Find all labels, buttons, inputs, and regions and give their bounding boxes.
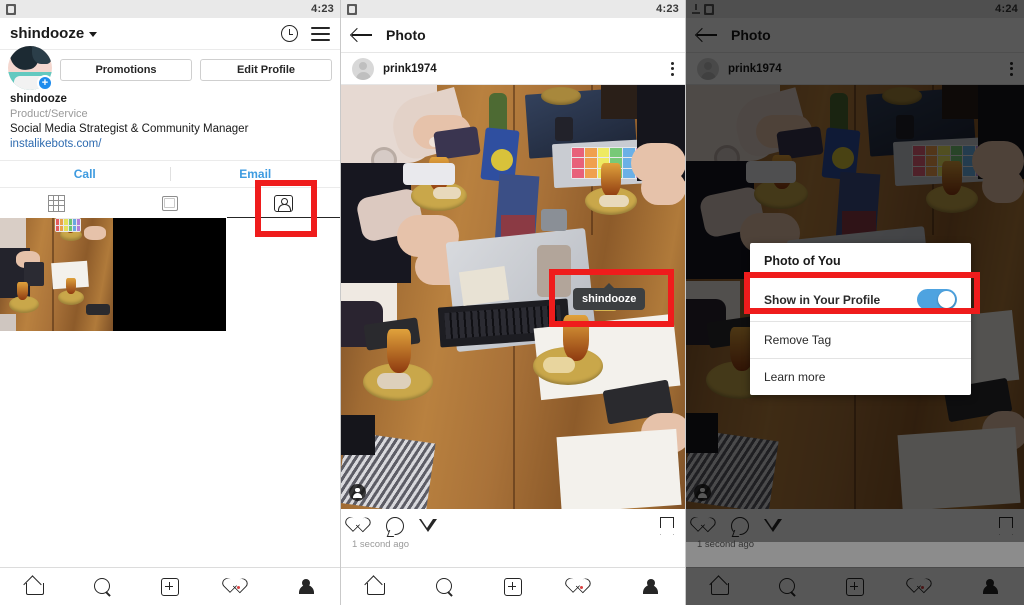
activity-badge-dot — [236, 586, 240, 589]
nav-home[interactable] — [341, 578, 410, 595]
bottom-nav-bar — [341, 567, 685, 605]
add-story-plus-icon[interactable]: + — [37, 75, 53, 91]
app-icon — [347, 3, 357, 15]
heart-icon[interactable] — [352, 517, 371, 534]
nav-add[interactable] — [136, 577, 204, 596]
edit-profile-button[interactable]: Edit Profile — [200, 59, 332, 81]
remove-tag-row[interactable]: Remove Tag — [750, 322, 971, 359]
send-icon[interactable] — [419, 517, 437, 535]
status-bar-icons — [6, 3, 16, 15]
nav-profile[interactable] — [272, 578, 340, 595]
tagged-photo-grid — [0, 218, 340, 331]
kebab-menu-icon[interactable] — [670, 61, 674, 76]
profile-username-label: shindooze — [10, 25, 85, 42]
nav-activity[interactable] — [547, 578, 616, 595]
search-icon — [93, 578, 111, 595]
bookmark-icon[interactable] — [660, 516, 674, 535]
panel-profile-screen: 4:23 shindooze + Promotions Edit Profile… — [0, 0, 341, 605]
sidebar-item-list-tab[interactable] — [113, 188, 226, 218]
dialog-title: Photo of You — [750, 243, 971, 278]
post-photo[interactable]: shindooze — [341, 85, 685, 509]
home-icon — [25, 578, 44, 595]
hamburger-menu-icon[interactable] — [311, 26, 330, 41]
contact-row: Call Email — [0, 161, 340, 188]
show-in-your-profile-row[interactable]: Show in Your Profile — [750, 278, 971, 322]
status-bar: 4:23 — [341, 0, 685, 18]
call-button[interactable]: Call — [0, 161, 170, 187]
header-icons — [281, 25, 330, 42]
square-icon — [161, 195, 178, 211]
panel-photo-of-you-dialog-screen: 4:24 Photo prink1974 1 second ago Photo … — [686, 0, 1024, 605]
profile-bio: shindooze Product/Service Social Media S… — [0, 86, 340, 161]
profile-action-buttons: Promotions Edit Profile — [60, 59, 332, 81]
photo-of-you-dialog: Photo of You Show in Your Profile Remove… — [750, 243, 971, 395]
home-icon — [366, 578, 385, 595]
default-avatar-icon[interactable] — [352, 57, 374, 80]
person-filled-icon — [642, 578, 659, 595]
nav-search[interactable] — [68, 578, 136, 595]
tag-tooltip[interactable]: shindooze — [573, 283, 646, 310]
profile-avatar-actions-row: + Promotions Edit Profile — [0, 46, 340, 91]
person-filled-icon — [298, 578, 315, 595]
bio-description: Social Media Strategist & Community Mana… — [10, 123, 249, 135]
screenshot-triptych: 4:23 shindooze + Promotions Edit Profile… — [0, 0, 1024, 605]
sidebar-item-tagged-tab[interactable] — [227, 188, 340, 218]
page-title: Photo — [386, 27, 426, 43]
bottom-nav-bar — [0, 567, 340, 605]
show-in-your-profile-toggle[interactable] — [917, 289, 957, 310]
bio-link[interactable]: instalikebots.com/ — [10, 137, 330, 152]
learn-more-row[interactable]: Learn more — [750, 359, 971, 395]
table-photo-full: shindooze — [341, 85, 685, 509]
email-button[interactable]: Email — [171, 161, 341, 187]
tagged-person-icon — [273, 194, 293, 212]
status-bar-time: 4:23 — [656, 3, 679, 15]
nav-profile[interactable] — [616, 578, 685, 595]
photo-cell-black[interactable] — [113, 218, 226, 331]
status-bar: 4:23 — [0, 0, 340, 18]
profile-tabs — [0, 188, 340, 218]
comment-icon[interactable] — [386, 516, 404, 535]
panel-photo-screen: 4:23 Photo prink1974 shindooze 1 second … — [341, 0, 686, 605]
photo-top-bar: Photo — [341, 18, 685, 53]
back-arrow-icon[interactable] — [352, 28, 372, 42]
table-photo-thumbnail — [0, 218, 113, 331]
remove-tag-label: Remove Tag — [764, 333, 832, 347]
post-username[interactable]: prink1974 — [383, 63, 670, 75]
promotions-button[interactable]: Promotions — [60, 59, 192, 81]
photo-cell-table[interactable] — [0, 218, 113, 331]
plus-box-icon — [161, 577, 179, 596]
toggle-knob — [938, 291, 955, 308]
profile-username-dropdown[interactable]: shindooze — [10, 25, 98, 42]
clock-history-icon[interactable] — [281, 25, 298, 42]
bio-name: shindooze — [10, 93, 67, 105]
status-bar-time: 4:23 — [311, 3, 334, 15]
learn-more-label: Learn more — [764, 370, 826, 384]
nav-home[interactable] — [0, 578, 68, 595]
nav-search[interactable] — [410, 578, 479, 595]
grid-icon — [48, 194, 66, 212]
chevron-down-icon — [89, 32, 98, 37]
show-in-your-profile-label: Show in Your Profile — [764, 292, 881, 307]
post-action-bar — [341, 509, 685, 542]
post-timestamp: 1 second ago — [352, 539, 410, 550]
nav-activity[interactable] — [204, 578, 272, 595]
bio-category: Product/Service — [10, 108, 88, 120]
avatar[interactable]: + — [8, 46, 53, 91]
active-tab-underline — [227, 216, 340, 218]
tagged-person-badge-icon[interactable] — [349, 484, 366, 501]
post-user-bar: prink1974 — [341, 53, 685, 85]
sidebar-item-grid-tab[interactable] — [0, 188, 113, 218]
search-icon — [435, 578, 453, 595]
nav-add[interactable] — [479, 577, 548, 596]
plus-box-icon — [503, 577, 522, 596]
status-bar-icons — [347, 3, 357, 15]
app-icon — [6, 3, 16, 15]
